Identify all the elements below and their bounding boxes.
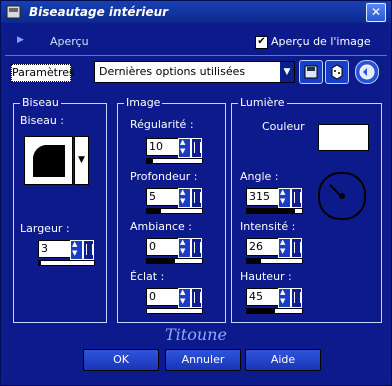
depth-slider[interactable] (146, 208, 203, 214)
width-input[interactable]: 3 (38, 240, 72, 258)
dialog-body: ▶ Aperçu ✔ Aperçu de l'image Paramètres … (5, 25, 387, 381)
ambiance-spin-arrows[interactable] (178, 238, 191, 258)
ambiance-map-icon[interactable] (191, 238, 202, 258)
smoothness-slider[interactable] (146, 158, 203, 164)
angle-slider[interactable] (246, 208, 303, 214)
image-group-title: Image (124, 96, 163, 109)
ambiance-input[interactable]: 0 (146, 238, 180, 256)
chevron-down-icon[interactable]: ▼ (279, 62, 294, 82)
close-icon: ✕ (370, 5, 382, 19)
dial-center-icon (339, 193, 345, 199)
ambiance-slider[interactable] (146, 258, 203, 264)
bevel-dropdown-icon[interactable]: ▼ (74, 136, 89, 185)
width-map-icon[interactable] (83, 240, 94, 260)
dice-icon (331, 64, 343, 80)
intensity-spin-arrows[interactable] (278, 238, 291, 258)
intensity-map-icon[interactable] (291, 238, 302, 258)
presets-select-value: Dernières options utilisées (99, 65, 246, 78)
color-label: Couleur (262, 120, 305, 133)
bevel-label: Biseau : (20, 114, 65, 127)
save-preset-button[interactable] (299, 60, 323, 84)
light-color-swatch[interactable] (318, 124, 369, 151)
shine-input[interactable]: 0 (146, 288, 180, 306)
smoothness-label: Régularité : (130, 118, 194, 131)
window-title: Biseautage intérieur (29, 5, 169, 19)
shine-map-icon[interactable] (191, 288, 202, 308)
help-button[interactable]: Aide (245, 349, 321, 371)
expand-arrow-icon[interactable]: ▶ (17, 35, 24, 45)
app-icon (6, 5, 21, 19)
smoothness-map-icon[interactable] (191, 138, 202, 158)
preview-checkbox[interactable]: ✔ (255, 36, 268, 49)
shine-slider[interactable] (146, 308, 203, 314)
dialog-window: Biseautage intérieur ✕ ▶ Aperçu ✔ Aperçu… (0, 0, 392, 386)
preview-checkbox-label[interactable]: Aperçu de l'image (271, 35, 371, 48)
width-slider[interactable] (38, 260, 95, 266)
bevel-group-title: Biseau (20, 96, 61, 109)
angle-label: Angle : (240, 170, 279, 183)
depth-label: Profondeur : (130, 170, 198, 183)
depth-map-icon[interactable] (191, 188, 202, 208)
width-spin-arrows[interactable] (70, 240, 83, 260)
reset-button[interactable] (355, 60, 379, 84)
randomize-button[interactable] (325, 60, 349, 84)
angle-input[interactable]: 315 (246, 188, 280, 206)
bevel-shape-icon (33, 145, 65, 177)
height-map-icon[interactable] (291, 288, 302, 308)
presets-select[interactable]: Dernières options utilisées ▼ (94, 61, 295, 83)
reset-icon (359, 64, 375, 80)
height-input[interactable]: 45 (246, 288, 280, 306)
bevel-group: Biseau Biseau : ▼ Largeur : 3 (13, 96, 107, 323)
shine-spin-arrows[interactable] (178, 288, 191, 308)
height-slider[interactable] (246, 308, 303, 314)
intensity-slider[interactable] (246, 258, 303, 264)
depth-input[interactable]: 5 (146, 188, 180, 206)
presets-label[interactable]: Paramètres (11, 64, 75, 82)
intensity-label: Intensité : (240, 220, 296, 233)
light-group: Lumière Couleur Angle : 315 Intensité : … (231, 96, 382, 323)
signature-watermark: Titoune (165, 325, 227, 344)
preview-label[interactable]: Aperçu (50, 35, 89, 48)
title-bar[interactable]: Biseautage intérieur ✕ (1, 1, 391, 23)
close-button[interactable]: ✕ (366, 3, 386, 22)
ok-button[interactable]: OK (83, 349, 159, 371)
bevel-shape-preview[interactable] (24, 136, 73, 185)
height-spin-arrows[interactable] (278, 288, 291, 308)
shine-label: Éclat : (130, 270, 165, 283)
save-icon (304, 65, 318, 79)
preview-bar: ▶ Aperçu ✔ Aperçu de l'image (5, 31, 387, 51)
width-label: Largeur : (20, 222, 70, 235)
image-group: Image Régularité : 10 Profondeur : 5 Amb… (117, 96, 226, 323)
angle-map-icon[interactable] (291, 188, 302, 208)
separator (5, 55, 387, 56)
cancel-button[interactable]: Annuler (165, 349, 241, 371)
depth-spin-arrows[interactable] (178, 188, 191, 208)
smoothness-input[interactable]: 10 (146, 138, 180, 156)
ambiance-label: Ambiance : (130, 220, 193, 233)
light-group-title: Lumière (238, 96, 287, 109)
angle-spin-arrows[interactable] (278, 188, 291, 208)
height-label: Hauteur : (240, 270, 292, 283)
angle-dial[interactable] (318, 172, 366, 220)
intensity-input[interactable]: 26 (246, 238, 280, 256)
presets-row: Paramètres Dernières options utilisées ▼ (5, 59, 387, 85)
smoothness-spin-arrows[interactable] (178, 138, 191, 158)
